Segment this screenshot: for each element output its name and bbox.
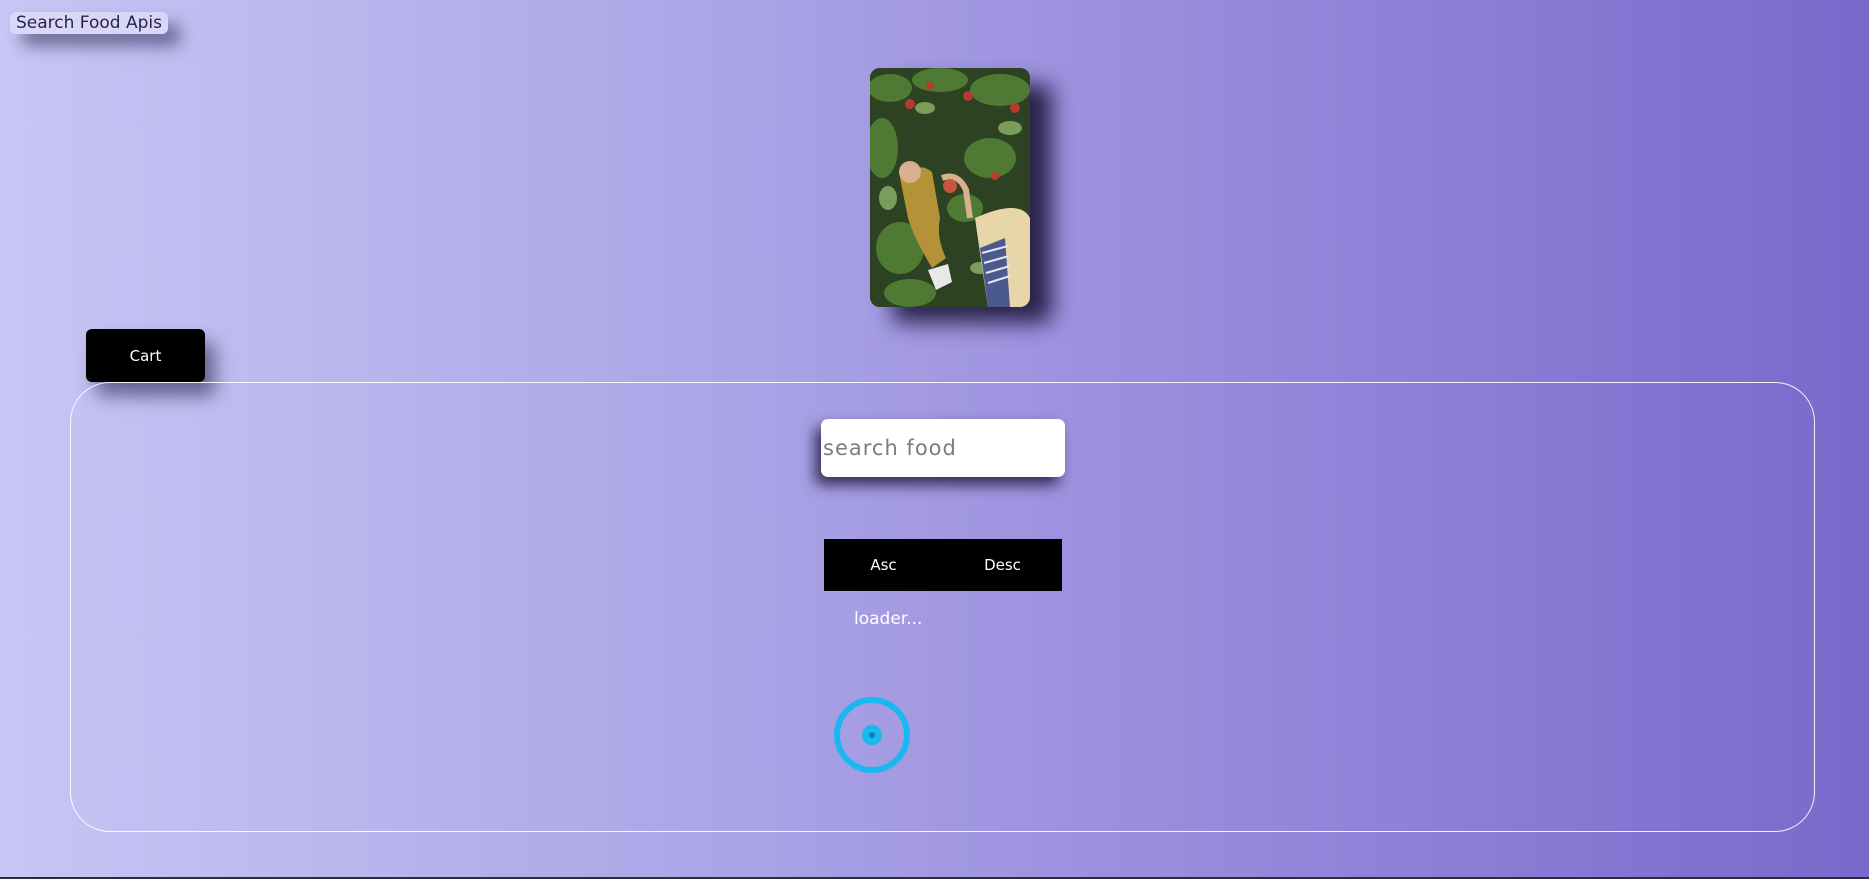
cart-button[interactable]: Cart	[86, 329, 205, 382]
loading-spinner-icon	[832, 695, 912, 775]
sort-asc-button[interactable]: Asc	[824, 539, 943, 591]
hero-image	[870, 68, 1030, 307]
loader-text: loader...	[854, 609, 923, 629]
search-input[interactable]	[821, 419, 1065, 477]
site-title: Search Food Apis	[10, 12, 168, 34]
sort-button-group: Asc Desc	[824, 539, 1062, 591]
sort-desc-button[interactable]: Desc	[943, 539, 1062, 591]
orchard-photo-icon	[870, 68, 1030, 307]
